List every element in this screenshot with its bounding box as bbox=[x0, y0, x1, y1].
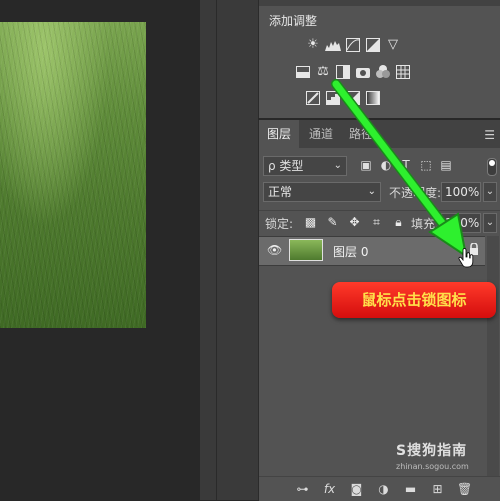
grass-image bbox=[0, 22, 146, 328]
lock-label: 锁定: bbox=[265, 217, 294, 231]
blend-mode-value: 正常 bbox=[268, 185, 293, 199]
fx-icon[interactable]: fx bbox=[322, 481, 337, 497]
adjustments-title: 添加调整 bbox=[269, 14, 318, 28]
adjustments-row-3 bbox=[305, 90, 381, 106]
document-canvas[interactable] bbox=[0, 0, 200, 500]
curves-icon[interactable] bbox=[345, 37, 361, 53]
panel-menu-icon[interactable]: ☰ bbox=[484, 128, 495, 142]
new-layer-icon[interactable]: ⊞ bbox=[430, 481, 445, 497]
panel-dock-strip bbox=[200, 0, 258, 500]
layers-scrollbar[interactable] bbox=[487, 236, 499, 476]
lock-icons: ▩ ✎ ✥ ⌗ 🔒︎ bbox=[303, 213, 406, 231]
delete-layer-icon[interactable]: 🗑︎ bbox=[457, 481, 472, 497]
layer-thumbnail[interactable] bbox=[289, 239, 323, 261]
color-balance-icon[interactable]: ⚖ bbox=[315, 64, 331, 80]
pixel-filter-icon[interactable]: ▣ bbox=[359, 156, 373, 174]
exposure-icon[interactable] bbox=[365, 37, 381, 53]
layer-name[interactable]: 图层 0 bbox=[333, 243, 368, 260]
fill-dropdown-button[interactable]: ⌄ bbox=[483, 213, 497, 233]
adjustments-row-2: ⚖ bbox=[295, 64, 411, 80]
channel-mixer-icon[interactable] bbox=[375, 64, 391, 80]
adjustment-filter-icon[interactable]: ◐ bbox=[379, 156, 393, 174]
new-adjustment-layer-icon[interactable]: ◑ bbox=[376, 481, 391, 497]
chevron-down-icon: ⌄ bbox=[367, 186, 376, 197]
lock-row: 锁定: ▩ ✎ ✥ ⌗ 🔒︎ 填充: 100% ⌄ bbox=[259, 210, 500, 233]
add-mask-icon[interactable]: ◙ bbox=[349, 481, 364, 497]
lock-image-pixels-icon[interactable]: ✎ bbox=[325, 213, 340, 231]
annotation-callout: 鼠标点击锁图标 bbox=[332, 282, 496, 318]
vibrance-icon[interactable]: ▽ bbox=[385, 37, 401, 53]
filter-icons: ▣ ◐ T ⬚ ▤ bbox=[359, 156, 453, 174]
shape-filter-icon[interactable]: ⬚ bbox=[419, 156, 433, 174]
adjustments-row-1: ☀ ▽ bbox=[305, 37, 401, 53]
fill-label: 填充: bbox=[411, 217, 440, 231]
opacity-label: 不透明度: bbox=[389, 186, 442, 200]
tab-channels[interactable]: 通道 bbox=[301, 120, 341, 148]
filter-kind-dropdown[interactable]: ρ 类型 ⌄ bbox=[263, 156, 347, 176]
hue-saturation-icon[interactable] bbox=[295, 64, 311, 80]
photo-filter-icon[interactable] bbox=[355, 64, 371, 80]
visibility-eye-icon[interactable]: 👁︎ bbox=[267, 243, 282, 257]
lock-all-icon[interactable]: 🔒︎ bbox=[391, 213, 406, 231]
new-group-icon[interactable]: ▬ bbox=[403, 481, 418, 497]
levels-icon[interactable] bbox=[325, 37, 341, 53]
lock-artboard-icon[interactable]: ⌗ bbox=[369, 213, 384, 231]
invert-icon[interactable] bbox=[305, 90, 321, 106]
type-filter-icon[interactable]: T bbox=[399, 156, 413, 174]
lock-transparent-pixels-icon[interactable]: ▩ bbox=[303, 213, 318, 231]
adjustments-panel: 添加调整 ☀ ▽ ⚖ bbox=[258, 0, 500, 118]
brightness-icon[interactable]: ☀ bbox=[305, 37, 321, 53]
tab-paths[interactable]: 路径 bbox=[341, 120, 381, 148]
watermark-main: S搜狗指南 bbox=[396, 443, 468, 459]
fill-field[interactable]: 100% bbox=[441, 213, 481, 233]
smart-object-filter-icon[interactable]: ▤ bbox=[439, 156, 453, 174]
link-layers-icon[interactable]: ⊶ bbox=[295, 481, 310, 497]
blend-mode-dropdown[interactable]: 正常 ⌄ bbox=[263, 182, 381, 202]
lock-position-icon[interactable]: ✥ bbox=[347, 213, 362, 231]
filter-toggle[interactable] bbox=[487, 158, 497, 176]
layers-bottom-icons: ⊶ fx ◙ ◑ ▬ ⊞ 🗑︎ bbox=[295, 481, 473, 497]
opacity-field[interactable]: 100% bbox=[441, 182, 481, 202]
hand-cursor-icon bbox=[458, 248, 474, 268]
opacity-dropdown-button[interactable]: ⌄ bbox=[483, 182, 497, 202]
threshold-icon[interactable] bbox=[345, 90, 361, 106]
sogou-watermark: S搜狗指南 zhinan.sogou.com bbox=[396, 440, 469, 471]
chevron-down-icon: ⌄ bbox=[333, 160, 342, 171]
gradient-map-icon[interactable] bbox=[365, 90, 381, 106]
blend-row: 正常 ⌄ 不透明度: 100% ⌄ bbox=[259, 182, 500, 204]
adjustments-panel-header bbox=[259, 0, 500, 6]
color-lookup-icon[interactable] bbox=[395, 64, 411, 80]
watermark-url: zhinan.sogou.com bbox=[396, 462, 469, 471]
filter-kind-label: ρ 类型 bbox=[268, 159, 304, 173]
layer-row[interactable]: 👁︎ 图层 0 bbox=[259, 236, 485, 266]
posterize-icon[interactable] bbox=[325, 90, 341, 106]
black-white-icon[interactable] bbox=[335, 64, 351, 80]
layers-bottom-toolbar: ⊶ fx ◙ ◑ ▬ ⊞ 🗑︎ bbox=[259, 476, 500, 501]
tab-layers[interactable]: 图层 bbox=[259, 120, 300, 148]
layers-tabbar: 图层 通道 路径 ☰ bbox=[259, 120, 500, 148]
layer-filter-row: ρ 类型 ⌄ ▣ ◐ T ⬚ ▤ bbox=[259, 154, 500, 178]
